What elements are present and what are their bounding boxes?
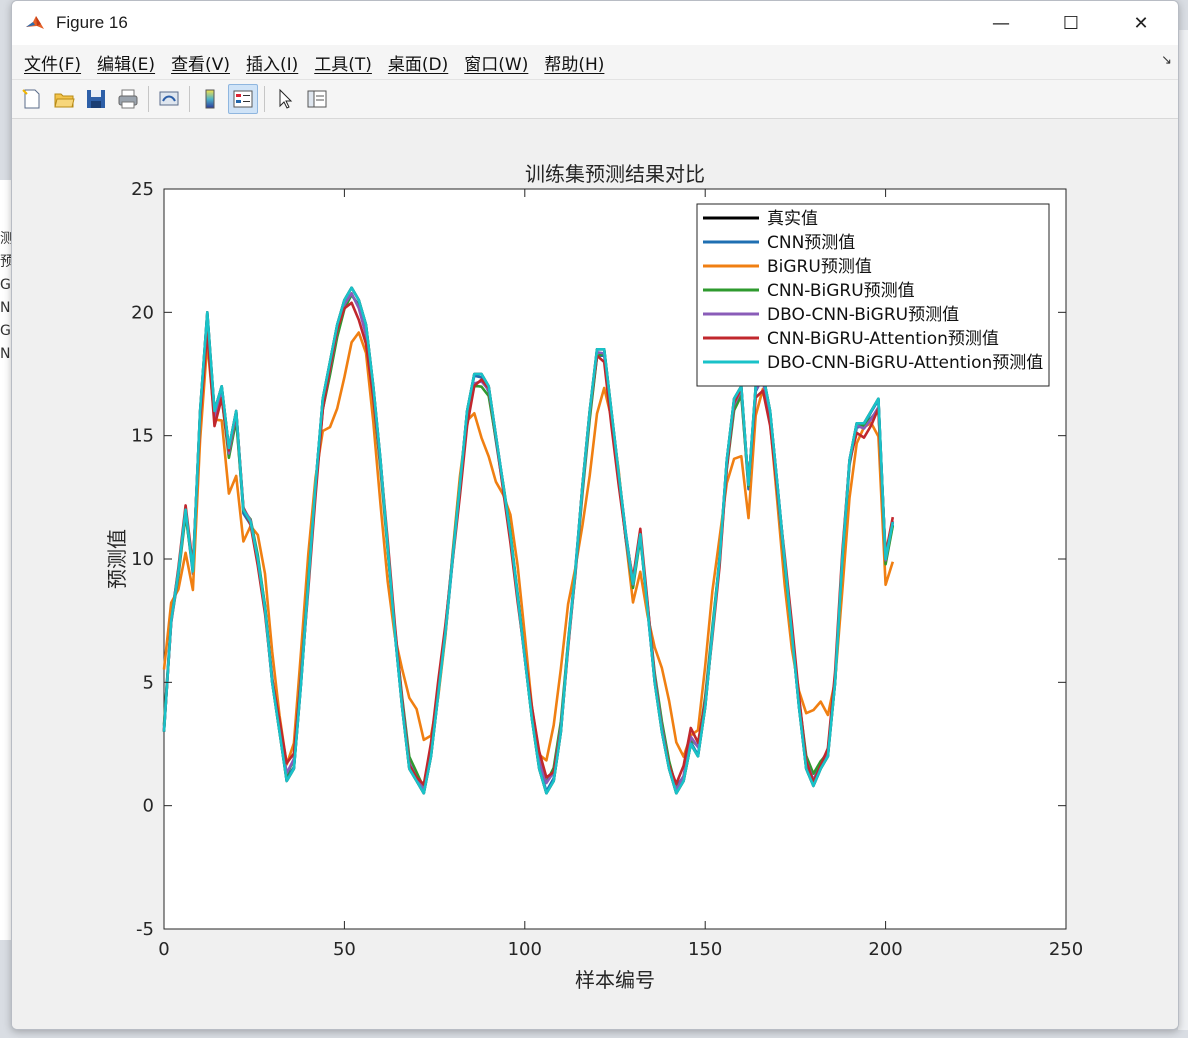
new-figure-button[interactable] (18, 85, 46, 113)
matlab-logo-icon (24, 12, 46, 34)
background-window-right (1178, 30, 1188, 1030)
x-tick-label: 100 (508, 939, 542, 960)
colorbar-icon (205, 89, 215, 109)
x-tick-label: 250 (1049, 939, 1083, 960)
menu-bar: 文件(F) 编辑(E) 查看(V) 插入(I) 工具(T) 桌面(D) 窗口(W… (12, 45, 1178, 79)
maximize-button[interactable]: ☐ (1036, 1, 1106, 45)
y-axis-label: 预测值 (105, 529, 129, 589)
window-title: Figure 16 (56, 13, 128, 32)
y-tick-label: 0 (143, 796, 154, 817)
minimize-button[interactable]: — (966, 1, 1036, 45)
print-icon (118, 89, 138, 109)
x-tick-label: 150 (688, 939, 722, 960)
pointer-icon (279, 88, 293, 109)
menu-view[interactable]: 查看(V) (163, 50, 238, 75)
x-tick-label: 0 (158, 939, 169, 960)
dock-arrow-icon[interactable]: ↘ (1161, 53, 1172, 68)
toolbar-separator (264, 86, 265, 112)
toolbar-separator (148, 86, 149, 112)
y-tick-label: 5 (143, 672, 154, 693)
menu-file[interactable]: 文件(F) (16, 50, 89, 75)
link-icon (159, 91, 179, 106)
figure-window: Figure 16 — ☐ ✕ 文件(F) 编辑(E) 查看(V) 插入(I) … (11, 0, 1179, 1030)
legend-button[interactable] (228, 84, 258, 114)
minimize-icon: — (992, 12, 1010, 34)
property-editor-button[interactable] (303, 85, 331, 113)
y-tick-label: 15 (131, 426, 154, 447)
y-tick-label: 10 (131, 549, 154, 570)
save-button[interactable] (82, 85, 110, 113)
figure-canvas: 0 50 100 150 200 250 -5 0 5 10 15 20 25 训练集预测结果对比 样本编号… (12, 119, 1178, 1029)
x-tick-label: 50 (333, 939, 356, 960)
print-button[interactable] (114, 85, 142, 113)
new-figure-icon (22, 89, 40, 109)
open-file-button[interactable] (50, 85, 78, 113)
close-button[interactable]: ✕ (1106, 1, 1176, 45)
legend: 真实值 CNN预测值 BiGRU预测值 CNN-BiGRU预测值 DBO-CNN-BiG… (696, 203, 1050, 387)
toolbar-separator (189, 86, 190, 112)
close-icon: ✕ (1133, 12, 1149, 34)
legend-label: DBO-CNN-BiGRU-Attention预测值 (767, 353, 1043, 373)
menu-window[interactable]: 窗口(W) (456, 50, 536, 75)
save-icon (87, 90, 105, 108)
toolbar (12, 79, 1178, 119)
legend-label: CNN-BiGRU-Attention预测值 (767, 329, 999, 349)
line-chart[interactable]: 0 50 100 150 200 250-50510152025训练集预测结果对比样本编号… (12, 119, 1178, 1029)
legend-icon (233, 90, 253, 108)
property-editor-icon (307, 90, 327, 108)
menu-tools[interactable]: 工具(T) (306, 50, 380, 75)
legend-label: CNN预测值 (767, 233, 855, 253)
legend-label: 真实值 (767, 209, 818, 229)
y-tick-label: 20 (131, 302, 154, 323)
y-tick-label: -5 (136, 919, 154, 940)
title-bar: Figure 16 — ☐ ✕ (12, 1, 1178, 45)
legend-label: CNN-BiGRU预测值 (767, 281, 915, 301)
open-file-icon (54, 93, 75, 108)
colorbar-button[interactable] (196, 85, 224, 113)
menu-edit[interactable]: 编辑(E) (89, 50, 163, 75)
pointer-button[interactable] (271, 85, 299, 113)
x-tick-label: 200 (868, 939, 902, 960)
y-tick-label: 25 (131, 179, 154, 200)
legend-label: DBO-CNN-BiGRU预测值 (767, 305, 959, 325)
menu-desktop[interactable]: 桌面(D) (380, 50, 456, 75)
x-axis-label: 样本编号 (575, 968, 655, 992)
legend-label: BiGRU预测值 (767, 257, 872, 277)
menu-insert[interactable]: 插入(I) (238, 50, 306, 75)
menu-help[interactable]: 帮助(H) (536, 50, 612, 75)
link-plot-button[interactable] (155, 85, 183, 113)
maximize-icon: ☐ (1062, 12, 1080, 34)
chart-title: 训练集预测结果对比 (525, 162, 705, 186)
